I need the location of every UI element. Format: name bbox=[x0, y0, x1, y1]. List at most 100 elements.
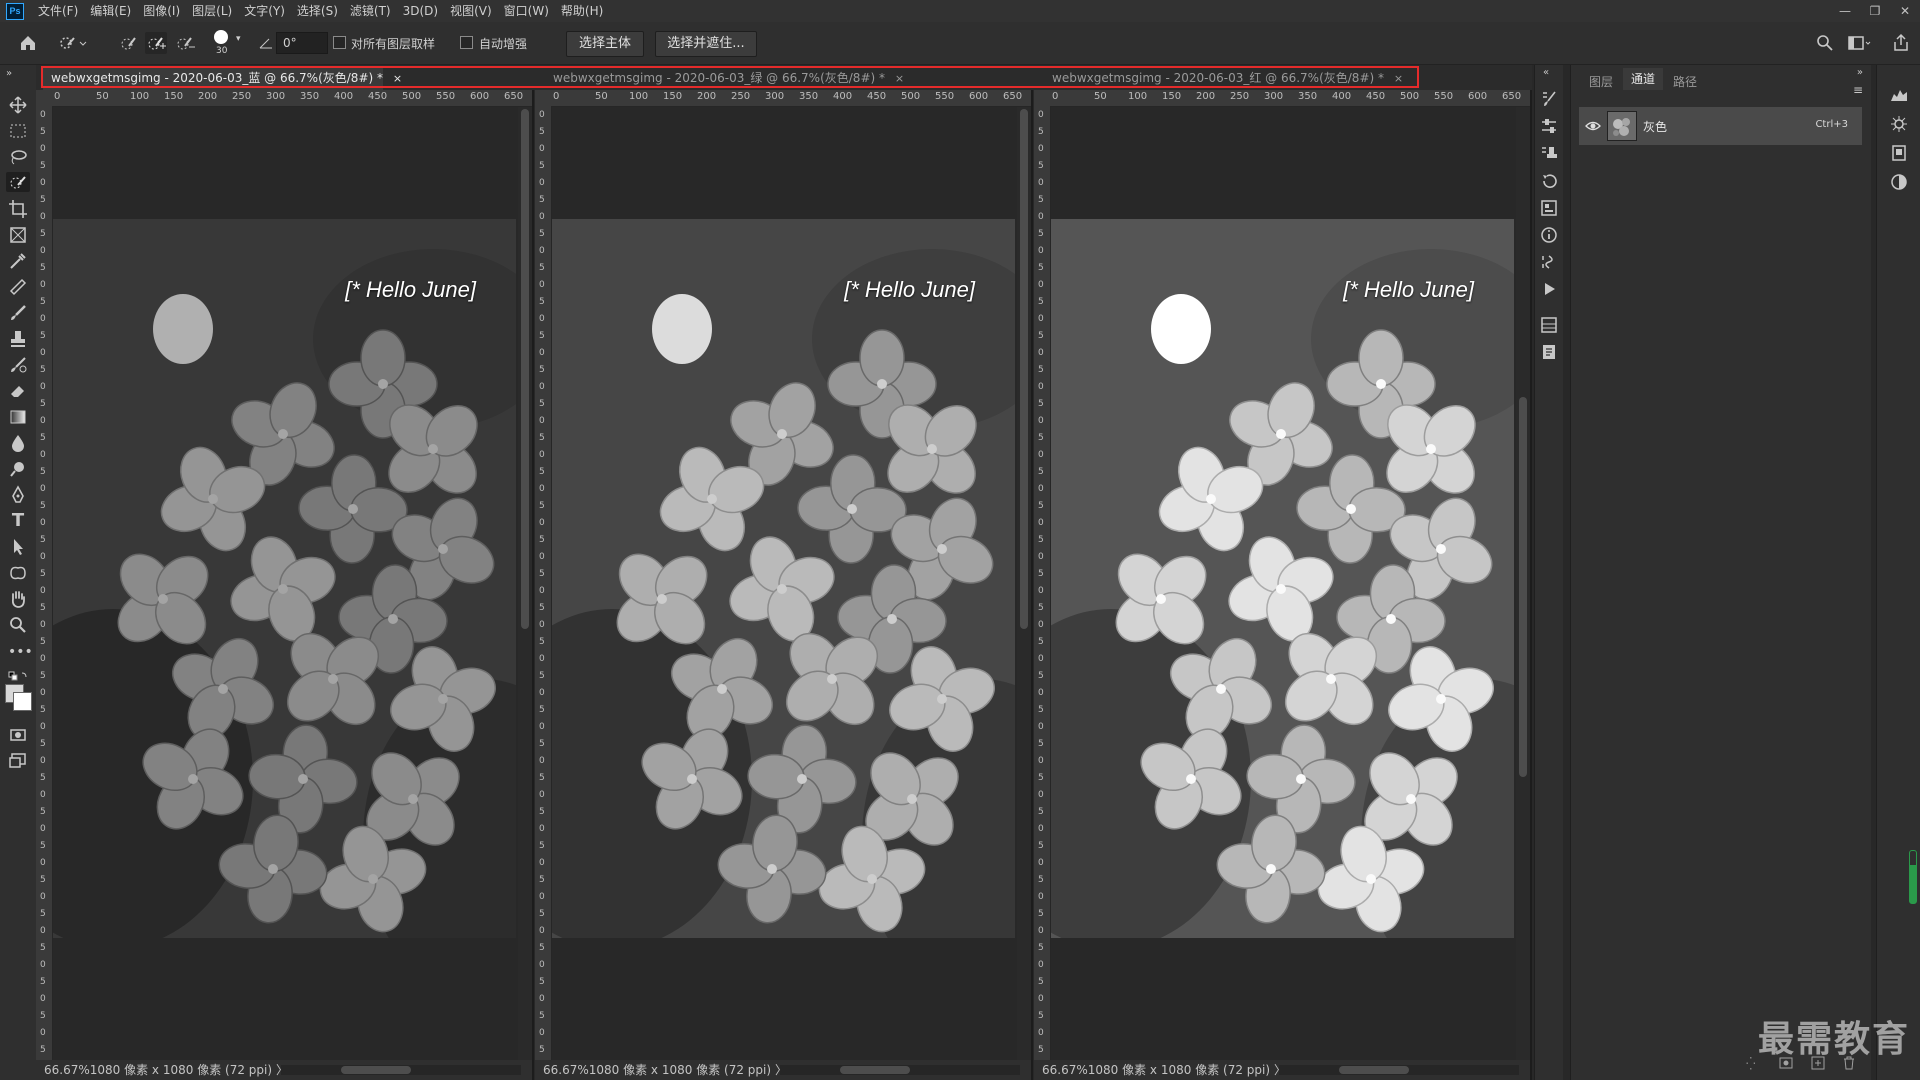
tab-close-icon[interactable]: × bbox=[895, 72, 904, 85]
navigator-icon[interactable] bbox=[1889, 114, 1909, 134]
document-window-blue[interactable]: 0 50 100 150 200 250 300 350 400 450 500 550 600 650 … bbox=[36, 90, 534, 1080]
new-selection-icon[interactable] bbox=[118, 32, 140, 54]
collapse-toolbar-icon[interactable]: » bbox=[6, 68, 26, 88]
select-and-mask-button[interactable]: 选择并遮住... bbox=[655, 31, 757, 57]
select-subject-button[interactable]: 选择主体 bbox=[566, 31, 644, 57]
blur-tool-icon[interactable] bbox=[8, 433, 28, 453]
vertical-ruler[interactable]: 0 5 0 5 0 5 0 5 0 5 0 5 0 5 0 5 0 5 0 5 0 5 0 5 0 5 0 5 0 5 0 5 0 5 0 5 0 5 0 5… bbox=[36, 106, 53, 1060]
horizontal-scrollbar[interactable] bbox=[1279, 1065, 1519, 1075]
clone-stamp-tool-icon[interactable] bbox=[8, 329, 28, 349]
horizontal-scrollbar[interactable] bbox=[281, 1065, 521, 1075]
more-tools-icon[interactable]: ••• bbox=[8, 642, 33, 662]
vertical-scrollbar[interactable] bbox=[1017, 107, 1031, 1060]
canvas[interactable]: [* Hello June] bbox=[53, 107, 516, 1040]
tab-paths[interactable]: 路径 bbox=[1673, 73, 1697, 90]
sample-all-layers-checkbox[interactable] bbox=[333, 36, 346, 49]
channel-row-gray[interactable]: 灰色 Ctrl+3 bbox=[1579, 107, 1862, 145]
frame-tool-icon[interactable] bbox=[8, 225, 28, 245]
document-tab-green[interactable]: webwxgetmsgimg - 2020-06-03_绿 @ 66.7%(灰色… bbox=[545, 66, 904, 90]
color-icon[interactable] bbox=[1889, 172, 1909, 192]
home-icon[interactable] bbox=[17, 32, 39, 54]
menu-layer[interactable]: 图层(L) bbox=[186, 0, 238, 22]
restore-button[interactable]: ❐ bbox=[1860, 0, 1890, 22]
hand-tool-icon[interactable] bbox=[8, 589, 28, 609]
menu-filter[interactable]: 滤镜(T) bbox=[344, 0, 397, 22]
canvas[interactable]: [* Hello June] bbox=[552, 107, 1015, 1040]
histogram-icon[interactable] bbox=[1889, 85, 1909, 105]
healing-brush-tool-icon[interactable] bbox=[8, 277, 28, 297]
paths-panel-icon[interactable] bbox=[1539, 252, 1559, 272]
hydrangea-photo[interactable]: [* Hello June] bbox=[552, 219, 1015, 938]
horizontal-scrollbar[interactable] bbox=[780, 1065, 1020, 1075]
crop-tool-icon[interactable] bbox=[8, 199, 28, 219]
vertical-scrollbar[interactable] bbox=[1516, 107, 1530, 1060]
angle-field[interactable]: 0° bbox=[276, 32, 328, 54]
swatches-icon[interactable] bbox=[1539, 198, 1559, 218]
info-icon[interactable] bbox=[1539, 225, 1559, 245]
search-icon[interactable] bbox=[1814, 32, 1836, 54]
collapse-panel-icon[interactable]: » bbox=[1857, 67, 1863, 78]
document-window-red[interactable]: 0 50 100 150 200 250 300 350 400 450 500 550 600 650 … bbox=[1034, 90, 1532, 1080]
auto-enhance-checkbox[interactable] bbox=[460, 36, 473, 49]
menu-image[interactable]: 图像(I) bbox=[137, 0, 186, 22]
collapse-dock-icon[interactable]: « bbox=[1543, 67, 1563, 87]
canvas[interactable]: [* Hello June] bbox=[1051, 107, 1514, 1040]
vertical-ruler[interactable]: 0 5 0 5 0 5 0 5 0 5 0 5 0 5 0 5 0 5 0 5 0 5 0 5 0 5 0 5 0 5 0 5 0 5 0 5 0 5 0 5… bbox=[1034, 106, 1051, 1060]
tab-channels[interactable]: 通道 bbox=[1623, 68, 1664, 90]
background-color-swatch[interactable] bbox=[13, 692, 32, 711]
add-to-selection-icon[interactable] bbox=[145, 32, 167, 54]
vertical-ruler[interactable]: 0 5 0 5 0 5 0 5 0 5 0 5 0 5 0 5 0 5 0 5 0 5 0 5 0 5 0 5 0 5 0 5 0 5 0 5 0 5 0 5… bbox=[535, 106, 552, 1060]
zoom-level[interactable]: 66.67% bbox=[44, 1063, 90, 1077]
adjustments-icon[interactable] bbox=[1539, 116, 1559, 136]
marquee-tool-icon[interactable] bbox=[8, 121, 28, 141]
hydrangea-photo[interactable]: [* Hello June] bbox=[53, 219, 516, 938]
tab-layers[interactable]: 图层 bbox=[1589, 73, 1613, 90]
horizontal-ruler[interactable]: 0 50 100 150 200 250 300 350 400 450 500 550 600 650 bbox=[1050, 90, 1530, 107]
minimize-button[interactable]: — bbox=[1830, 0, 1860, 22]
eye-visibility-icon[interactable] bbox=[1585, 118, 1601, 138]
gradient-tool-icon[interactable] bbox=[8, 407, 28, 427]
eraser-tool-icon[interactable] bbox=[8, 381, 28, 401]
zoom-level[interactable]: 66.67% bbox=[1042, 1063, 1088, 1077]
zoom-tool-icon[interactable] bbox=[8, 615, 28, 635]
dodge-tool-icon[interactable] bbox=[8, 459, 28, 479]
document-tab-red[interactable]: webwxgetmsgimg - 2020-06-03_红 @ 66.7%(灰色… bbox=[1044, 66, 1403, 90]
notes-icon[interactable] bbox=[1539, 342, 1559, 362]
panel-menu-icon[interactable]: ≡ bbox=[1853, 83, 1863, 97]
custom-shape-tool-icon[interactable] bbox=[8, 563, 28, 583]
screen-mode-icon[interactable] bbox=[8, 751, 28, 771]
load-selection-icon[interactable]: ⁛ bbox=[1746, 1057, 1756, 1071]
history-icon[interactable] bbox=[1539, 171, 1559, 191]
menu-help[interactable]: 帮助(H) bbox=[555, 0, 609, 22]
menu-type[interactable]: 文字(Y) bbox=[238, 0, 291, 22]
zoom-level[interactable]: 66.67% bbox=[543, 1063, 589, 1077]
actions-play-icon[interactable] bbox=[1539, 279, 1559, 299]
chevron-down-icon[interactable]: ▾ bbox=[236, 34, 241, 44]
horizontal-ruler[interactable]: 0 50 100 150 200 250 300 350 400 450 500 550 600 650 bbox=[551, 90, 1031, 107]
hydrangea-photo[interactable]: [* Hello June] bbox=[1051, 219, 1514, 938]
brush-settings-icon[interactable] bbox=[1539, 89, 1559, 109]
horizontal-ruler[interactable]: 0 50 100 150 200 250 300 350 400 450 500 550 600 650 bbox=[52, 90, 532, 107]
pen-tool-icon[interactable] bbox=[8, 485, 28, 505]
path-selection-tool-icon[interactable] bbox=[8, 537, 28, 557]
vertical-scrollbar[interactable] bbox=[518, 107, 532, 1060]
properties-icon[interactable] bbox=[1539, 315, 1559, 335]
clone-source-icon[interactable] bbox=[1539, 144, 1559, 164]
close-window-button[interactable]: ✕ bbox=[1890, 0, 1920, 22]
eyedropper-tool-icon[interactable] bbox=[8, 251, 28, 271]
libraries-icon[interactable] bbox=[1889, 143, 1909, 163]
tab-close-icon[interactable]: × bbox=[1394, 72, 1403, 85]
menu-select[interactable]: 选择(S) bbox=[291, 0, 344, 22]
type-tool-icon[interactable]: T bbox=[8, 511, 28, 531]
tab-close-icon[interactable]: × bbox=[393, 72, 402, 85]
menu-edit[interactable]: 编辑(E) bbox=[84, 0, 137, 22]
quick-selection-preset-icon[interactable] bbox=[58, 32, 87, 54]
share-icon[interactable] bbox=[1890, 32, 1912, 54]
menu-3d[interactable]: 3D(D) bbox=[397, 0, 444, 22]
document-window-green[interactable]: 0 50 100 150 200 250 300 350 400 450 500 550 600 650 … bbox=[535, 90, 1033, 1080]
quick-mask-icon[interactable] bbox=[8, 725, 28, 745]
move-tool-icon[interactable] bbox=[8, 95, 28, 115]
quick-selection-tool-icon[interactable] bbox=[6, 172, 30, 192]
history-brush-tool-icon[interactable] bbox=[8, 355, 28, 375]
workspace-icon[interactable] bbox=[1846, 32, 1871, 54]
